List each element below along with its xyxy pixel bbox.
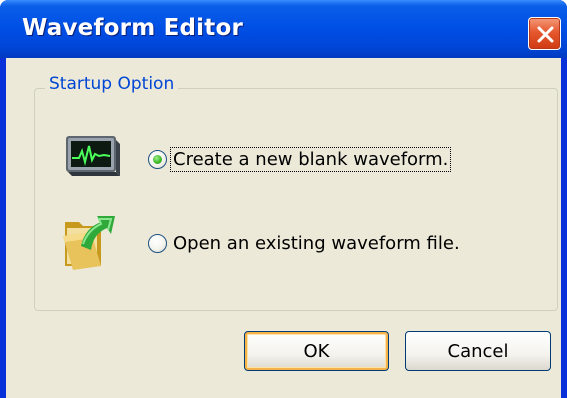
- startup-option-group: Startup Option Create a new blank wavefo…: [34, 74, 558, 311]
- radio-create-new[interactable]: [148, 149, 167, 169]
- close-button[interactable]: [528, 17, 561, 50]
- open-folder-icon: [63, 216, 115, 270]
- ok-button[interactable]: OK: [244, 331, 389, 371]
- group-label: Startup Option: [45, 74, 179, 94]
- option-open-existing-label[interactable]: Open an existing waveform file.: [170, 231, 463, 256]
- option-create-new[interactable]: Create a new blank waveform.: [148, 146, 452, 172]
- option-create-new-label[interactable]: Create a new blank waveform.: [170, 146, 452, 172]
- title-bar[interactable]: Waveform Editor: [0, 0, 567, 58]
- close-icon: [537, 26, 554, 43]
- dialog-window: Waveform Editor Startup Option Create a …: [0, 0, 567, 398]
- window-title: Waveform Editor: [22, 15, 243, 41]
- option-open-existing[interactable]: Open an existing waveform file.: [148, 230, 463, 256]
- monitor-waveform-icon: [66, 136, 120, 176]
- dialog-client-area: Startup Option Create a new blank wavefo…: [6, 58, 561, 398]
- radio-selected-dot: [153, 154, 162, 164]
- radio-open-existing[interactable]: [148, 233, 167, 253]
- cancel-button[interactable]: Cancel: [405, 331, 551, 371]
